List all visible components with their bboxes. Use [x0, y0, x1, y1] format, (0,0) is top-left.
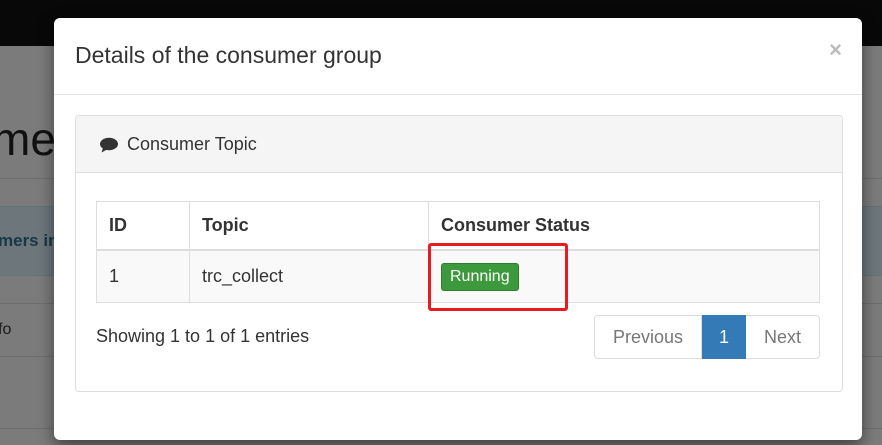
highlight-annotation — [428, 243, 568, 311]
comment-icon — [99, 137, 119, 153]
table-info: Showing 1 to 1 of 1 entries — [96, 326, 310, 346]
consumer-topic-panel: Consumer Topic ID Topic Consumer Status … — [75, 115, 843, 392]
modal-header: Details of the consumer group × — [54, 18, 862, 95]
modal-title: Details of the consumer group — [75, 42, 382, 68]
cell-id: 1 — [96, 249, 190, 303]
column-header-topic[interactable]: Topic — [189, 201, 429, 251]
panel-heading: Consumer Topic — [76, 116, 842, 173]
column-header-id[interactable]: ID — [96, 201, 190, 251]
pagination: Previous 1 Next — [594, 315, 820, 359]
consumer-group-details-modal: Details of the consumer group × Consumer… — [54, 18, 862, 440]
next-page-button[interactable]: Next — [746, 315, 820, 359]
previous-page-button[interactable]: Previous — [594, 315, 702, 359]
cell-topic: trc_collect — [189, 249, 429, 303]
page-1-button[interactable]: 1 — [702, 315, 746, 359]
close-button[interactable]: × — [829, 38, 842, 62]
panel-title: Consumer Topic — [127, 134, 257, 154]
